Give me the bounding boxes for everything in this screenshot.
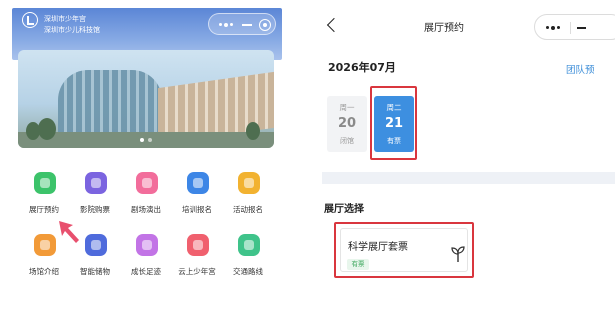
cloud-palace-icon (187, 234, 209, 256)
group-reservation-link[interactable]: 团队预 (566, 62, 595, 76)
close-miniprogram-icon[interactable] (259, 19, 271, 31)
page-title: 展厅预约 (424, 23, 464, 34)
right-phone-screen: 展厅预约 2026年07月 团队预 周一 20 闭馆 周二 21 有票 展厅选择… (312, 0, 615, 316)
date-number: 20 (337, 116, 357, 131)
grid-item-cloud-palace[interactable]: 云上少年宫 (171, 230, 223, 286)
grid-item-traffic-route[interactable]: 交通路线 (222, 230, 274, 286)
minimize-icon[interactable] (577, 27, 586, 29)
grid-item-label: 交通路线 (233, 267, 263, 276)
grid-item-cinema-ticket[interactable]: 影院购票 (69, 168, 121, 224)
section-divider (322, 172, 615, 184)
calendar-month: 2026年07月 (328, 61, 396, 74)
banner-tree (38, 118, 56, 140)
cinema-ticket-icon (85, 172, 107, 194)
grid-item-label: 影院购票 (80, 205, 110, 214)
minimize-icon[interactable] (242, 24, 252, 26)
growth-footprint-icon (136, 234, 158, 256)
more-options-icon[interactable] (219, 22, 233, 27)
banner-building-dome (58, 70, 162, 134)
miniprogram-capsule (534, 14, 615, 40)
more-options-icon[interactable] (546, 26, 549, 29)
training-signup-icon (187, 172, 209, 194)
grid-item-theater-show[interactable]: 剧场演出 (120, 168, 172, 224)
venue-intro-icon (34, 234, 56, 256)
grid-item-label: 智能储物 (80, 267, 110, 276)
date-weekday: 周一 (339, 103, 355, 112)
pointer-arrow-icon (59, 221, 79, 243)
grid-item-label: 成长足迹 (131, 267, 161, 276)
hall-section-title: 展厅选择 (324, 204, 364, 215)
date-option-mon[interactable]: 周一 20 闭馆 (327, 96, 367, 152)
smart-locker-icon (85, 234, 107, 256)
grid-item-label: 剧场演出 (131, 205, 161, 214)
exhibit-reserve-icon (34, 172, 56, 194)
venue-banner-image[interactable] (18, 50, 274, 148)
org-logo-icon (22, 12, 38, 28)
capsule-divider (570, 22, 571, 34)
hall-highlight-box (334, 222, 474, 278)
date-status: 闭馆 (340, 137, 354, 145)
grid-item-training-signup[interactable]: 培训报名 (171, 168, 223, 224)
back-arrow-icon[interactable] (326, 17, 342, 33)
grid-item-label: 活动报名 (233, 205, 263, 214)
grid-item-exhibit-reserve[interactable]: 展厅预约 (18, 168, 70, 224)
grid-item-label: 培训报名 (182, 205, 212, 214)
grid-item-label: 展厅预约 (29, 205, 59, 214)
banner-pagination-dots (140, 138, 154, 142)
date-highlight-box (370, 86, 417, 160)
banner-tree (246, 122, 260, 140)
grid-item-event-signup[interactable]: 活动报名 (222, 168, 274, 224)
org-name-line1: 深圳市少年宫 (44, 16, 86, 23)
traffic-route-icon (238, 234, 260, 256)
grid-item-label: 场馆介绍 (29, 267, 59, 276)
grid-item-growth-footprint[interactable]: 成长足迹 (120, 230, 172, 286)
miniprogram-capsule (208, 13, 276, 35)
theater-show-icon (136, 172, 158, 194)
org-name-line2: 深圳市少儿科技馆 (44, 27, 100, 34)
left-phone-screen: 深圳市少年宫 深圳市少儿科技馆 展厅预约 影院购票 剧场演出 培训报名 活动报名… (0, 0, 290, 316)
grid-item-label: 云上少年宫 (178, 267, 216, 276)
event-signup-icon (238, 172, 260, 194)
